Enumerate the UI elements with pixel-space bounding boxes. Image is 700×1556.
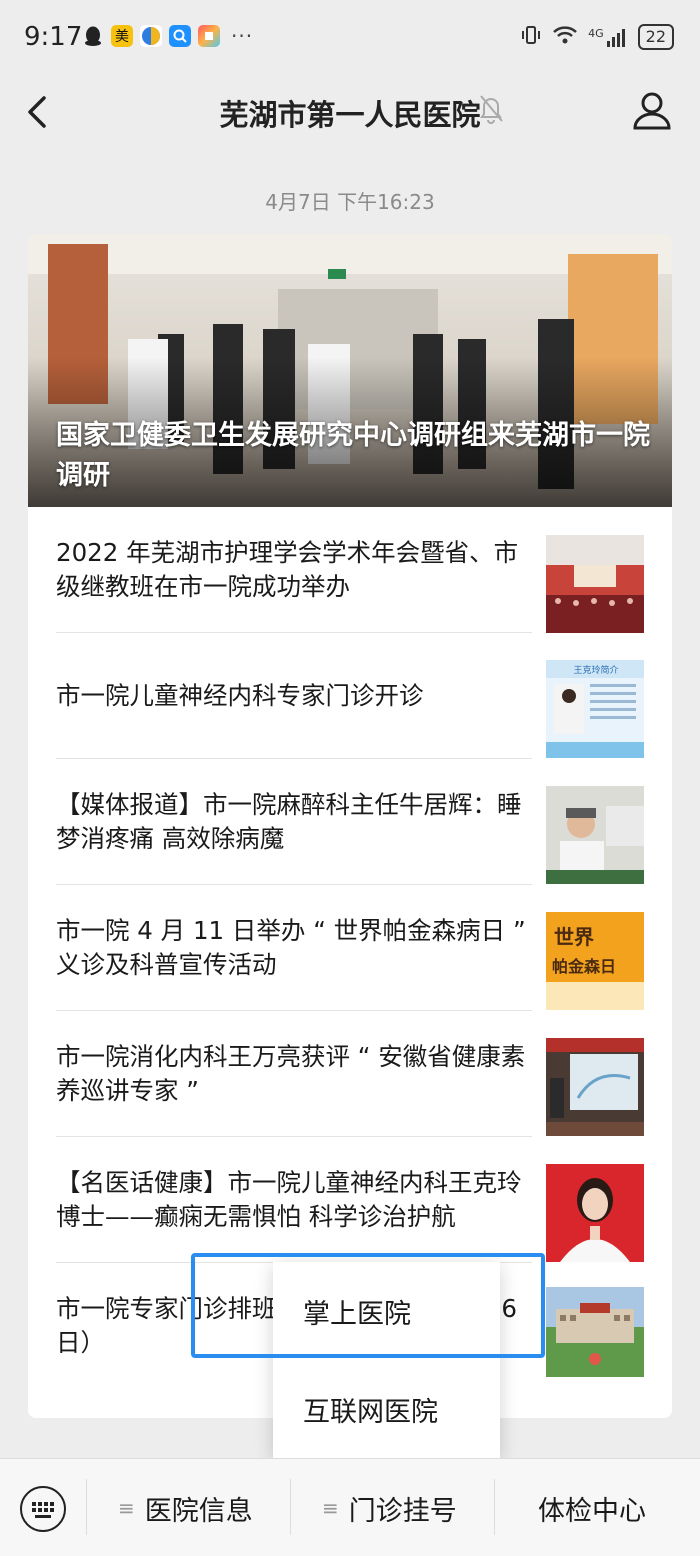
article-thumbnail: 王克玲简介 xyxy=(546,660,644,758)
menu-lines-icon: ≡ xyxy=(118,1496,135,1520)
divider xyxy=(86,1479,87,1535)
more-notifications-icon: ··· xyxy=(231,24,254,48)
app-store-icon xyxy=(198,25,220,47)
menu-lines-icon: ≡ xyxy=(322,1496,339,1520)
menu-item-internet-hospital[interactable]: 互联网医院 xyxy=(273,1360,500,1458)
article-item[interactable]: 市一院儿童神经内科专家门诊开诊 王克玲简介 xyxy=(28,633,672,759)
battery-indicator: 22 xyxy=(637,24,674,50)
user-icon xyxy=(633,92,671,130)
submenu-popup: 掌上医院 互联网医院 xyxy=(273,1262,500,1458)
article-item[interactable]: 【名医话健康】市一院儿童神经内科王克玲博士——癫痫无需惧怕 科学诊治护航 xyxy=(28,1137,672,1263)
article-title: 市一院儿童神经内科专家门诊开诊 xyxy=(56,681,424,710)
article-thumbnail xyxy=(546,786,644,884)
wifi-icon xyxy=(552,24,578,50)
profile-button[interactable] xyxy=(630,88,674,132)
mute-bell-icon xyxy=(476,92,506,124)
message-timestamp: 4月7日 下午16:23 xyxy=(265,190,435,214)
article-item[interactable]: 市一院消化内科王万亮获评 “ 安徽省健康素养巡讲专家 ” xyxy=(28,1011,672,1137)
cellular-signal-icon: 4G xyxy=(588,27,628,47)
divider xyxy=(494,1479,495,1535)
search-app-icon xyxy=(169,25,191,47)
menu-item-mobile-hospital[interactable]: 掌上医院 xyxy=(273,1262,500,1360)
article-title: 市一院消化内科王万亮获评 “ 安徽省健康素养巡讲专家 ” xyxy=(56,1042,526,1105)
hero-article[interactable]: 国家卫健委卫生发展研究中心调研组来芜湖市一院调研 xyxy=(28,234,672,507)
article-list: 2022 年芜湖市护理学会学术年会暨省、市级继教班在市一院成功举办 市一院儿童神… xyxy=(28,507,672,1389)
vibrate-icon xyxy=(520,24,542,50)
article-thumbnail xyxy=(546,1038,644,1136)
page-title: 芜湖市第一人民医院 xyxy=(219,98,481,132)
status-bar: 9:17 美 ··· 4G 22 xyxy=(0,0,700,76)
bottom-menu-bar: ≡ 医院信息 ≡ 门诊挂号 体检中心 xyxy=(0,1458,700,1556)
article-title: 【媒体报道】市一院麻醉科主任牛居辉：睡梦消疼痛 高效除病魔 xyxy=(56,790,522,853)
status-time: 9:17 xyxy=(24,22,83,52)
tab-physical-exam-center[interactable]: 体检中心 xyxy=(538,1485,646,1531)
system-status: 4G 22 xyxy=(520,24,674,50)
article-title: 【名医话健康】市一院儿童神经内科王克玲博士——癫痫无需惧怕 科学诊治护航 xyxy=(56,1168,522,1231)
article-title: 2022 年芜湖市护理学会学术年会暨省、市级继教班在市一院成功举办 xyxy=(56,538,519,601)
thumb-poster-title: 王克玲简介 xyxy=(573,664,618,676)
keyboard-toggle-button[interactable] xyxy=(20,1486,66,1532)
article-card: 国家卫健委卫生发展研究中心调研组来芜湖市一院调研 2022 年芜湖市护理学会学术… xyxy=(28,234,672,1418)
article-title: 市一院 4 月 11 日举办 “ 世界帕金森病日 ” 义诊及科普宣传活动 xyxy=(56,916,526,979)
tab-label: 体检中心 xyxy=(538,1495,646,1527)
tab-label: 医院信息 xyxy=(144,1495,253,1527)
tab-hospital-info[interactable]: ≡ 医院信息 xyxy=(118,1485,253,1531)
article-thumbnail xyxy=(546,535,644,633)
qq-icon xyxy=(82,25,104,47)
article-item[interactable]: 2022 年芜湖市护理学会学术年会暨省、市级继教班在市一院成功举办 xyxy=(28,507,672,633)
divider xyxy=(290,1479,291,1535)
tab-outpatient-registration[interactable]: ≡ 门诊挂号 xyxy=(322,1485,457,1531)
meituan-icon: 美 xyxy=(111,25,133,47)
article-item[interactable]: 市一院 4 月 11 日举办 “ 世界帕金森病日 ” 义诊及科普宣传活动 世界帕… xyxy=(28,885,672,1011)
keyboard-icon xyxy=(32,1502,54,1518)
article-item[interactable]: 【媒体报道】市一院麻醉科主任牛居辉：睡梦消疼痛 高效除病魔 xyxy=(28,759,672,885)
hero-caption: 国家卫健委卫生发展研究中心调研组来芜湖市一院调研 xyxy=(56,420,650,491)
chat-header: 芜湖市第一人民医院 xyxy=(0,76,700,152)
article-thumbnail xyxy=(546,1164,644,1262)
article-thumbnail xyxy=(546,1287,644,1377)
notification-icons: 美 ··· xyxy=(82,24,253,48)
network-type: 4G xyxy=(588,27,604,40)
tab-label: 门诊挂号 xyxy=(348,1495,457,1527)
article-thumbnail: 世界 帕金森日 xyxy=(546,912,644,1010)
thumb-poster-subtitle: 帕金森日 xyxy=(552,957,616,976)
browser-icon xyxy=(140,25,162,47)
thumb-poster-title: 世界 xyxy=(554,925,594,949)
